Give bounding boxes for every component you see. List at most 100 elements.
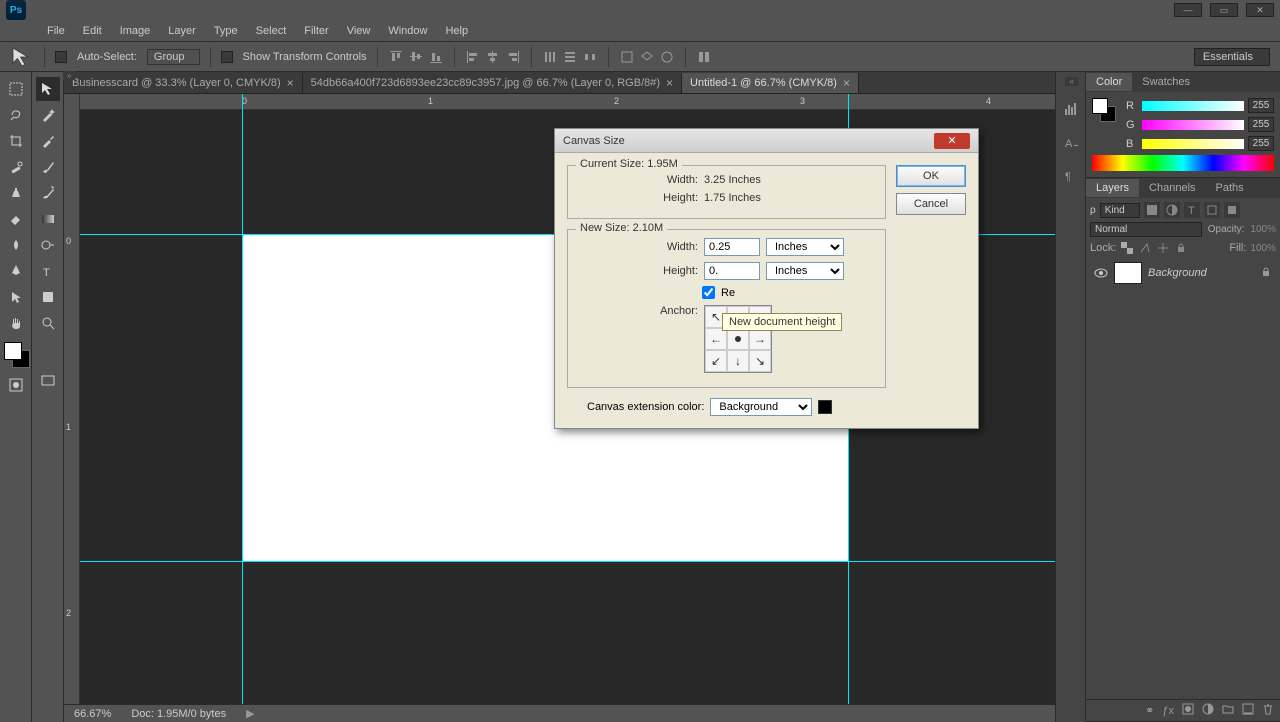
anchor-w[interactable]: ←	[705, 328, 727, 350]
collapse-handle-right[interactable]: «	[1065, 77, 1077, 86]
paragraph-panel-icon[interactable]: ¶	[1063, 167, 1079, 186]
anchor-sw[interactable]: ↙	[705, 350, 727, 372]
relative-checkbox[interactable]	[702, 286, 715, 299]
new-height-input[interactable]	[704, 262, 760, 280]
quickmask-tool-icon[interactable]	[4, 373, 28, 397]
fg-mini-swatch[interactable]	[1092, 98, 1108, 114]
menu-window[interactable]: Window	[379, 25, 436, 37]
close-icon[interactable]: ×	[666, 76, 673, 90]
layer-name[interactable]: Background	[1148, 267, 1207, 279]
screen-mode-tool-icon[interactable]	[36, 369, 60, 393]
menu-help[interactable]: Help	[436, 25, 477, 37]
opacity-value[interactable]: 100%	[1250, 224, 1276, 235]
menu-select[interactable]: Select	[247, 25, 296, 37]
3d-mode-3-icon[interactable]	[659, 49, 675, 65]
cancel-button[interactable]: Cancel	[896, 193, 966, 215]
menu-type[interactable]: Type	[205, 25, 247, 37]
paths-tab[interactable]: Paths	[1206, 179, 1254, 197]
align-top-icon[interactable]	[388, 49, 404, 65]
extension-color-select[interactable]: Background	[710, 398, 812, 416]
marquee-tool-icon[interactable]	[4, 77, 28, 101]
guide-vertical[interactable]	[242, 94, 243, 704]
filter-shape-icon[interactable]	[1204, 202, 1220, 218]
b-slider[interactable]	[1142, 139, 1244, 149]
show-transform-checkbox[interactable]	[221, 51, 233, 63]
type-tool-icon[interactable]: T	[36, 259, 60, 283]
brush-tool-icon[interactable]	[36, 155, 60, 179]
filter-smart-icon[interactable]	[1224, 202, 1240, 218]
minimize-button[interactable]: —	[1174, 3, 1202, 17]
filter-kind-select[interactable]: Kind	[1100, 203, 1140, 218]
eraser-tool-icon[interactable]	[4, 207, 28, 231]
menu-layer[interactable]: Layer	[159, 25, 205, 37]
new-width-unit-select[interactable]: Inches	[766, 238, 844, 256]
visibility-eye-icon[interactable]	[1094, 266, 1108, 280]
lock-icon[interactable]	[1260, 266, 1272, 281]
distribute-1-icon[interactable]	[542, 49, 558, 65]
doc-tab-2[interactable]: Untitled-1 @ 66.7% (CMYK/8) ×	[682, 73, 859, 93]
distribute-2-icon[interactable]	[562, 49, 578, 65]
doc-tab-0[interactable]: Businesscard @ 33.3% (Layer 0, CMYK/8) ×	[64, 73, 303, 93]
zoom-level[interactable]: 66.67%	[74, 708, 111, 720]
shape-tool-icon[interactable]	[36, 285, 60, 309]
dialog-titlebar[interactable]: Canvas Size ✕	[555, 129, 978, 153]
hand-tool-icon[interactable]	[4, 311, 28, 335]
doc-tab-1[interactable]: 54db66a400f723d6893ee23cc89c3957.jpg @ 6…	[303, 73, 682, 93]
lock-position-icon[interactable]	[1156, 241, 1170, 255]
fill-value[interactable]: 100%	[1250, 243, 1276, 254]
close-icon[interactable]: ×	[843, 76, 850, 90]
ok-button[interactable]: OK	[896, 165, 966, 187]
align-left-icon[interactable]	[465, 49, 481, 65]
maximize-button[interactable]: ▭	[1210, 3, 1238, 17]
r-value[interactable]: 255	[1248, 98, 1274, 113]
menu-edit[interactable]: Edit	[74, 25, 111, 37]
new-layer-icon[interactable]	[1242, 703, 1254, 718]
lock-all-icon[interactable]	[1174, 241, 1188, 255]
adjustment-layer-icon[interactable]	[1202, 703, 1214, 718]
3d-mode-1-icon[interactable]	[619, 49, 635, 65]
menu-view[interactable]: View	[338, 25, 380, 37]
align-hcenter-icon[interactable]	[485, 49, 501, 65]
fx-icon[interactable]: ƒx	[1162, 705, 1174, 717]
color-fgbg-mini[interactable]	[1092, 98, 1120, 126]
mask-icon[interactable]	[1182, 703, 1194, 718]
new-height-unit-select[interactable]: Inches	[766, 262, 844, 280]
filter-adjustment-icon[interactable]	[1164, 202, 1180, 218]
zoom-tool-icon[interactable]	[36, 311, 60, 335]
gradient-tool-icon[interactable]	[36, 207, 60, 231]
group-icon[interactable]	[1222, 703, 1234, 718]
auto-select-checkbox[interactable]	[55, 51, 67, 63]
foreground-swatch[interactable]	[4, 342, 22, 360]
healing-brush-tool-icon[interactable]	[4, 155, 28, 179]
link-layers-icon[interactable]: ⚭	[1145, 704, 1154, 717]
extension-color-swatch[interactable]	[818, 400, 832, 414]
swatches-tab[interactable]: Swatches	[1132, 73, 1200, 91]
dialog-close-button[interactable]: ✕	[934, 133, 970, 149]
guide-horizontal[interactable]	[80, 561, 1055, 562]
lasso-tool-icon[interactable]	[4, 103, 28, 127]
collapse-handle-left[interactable]: »	[63, 71, 75, 80]
layers-tab[interactable]: Layers	[1086, 179, 1139, 197]
lock-transparency-icon[interactable]	[1120, 241, 1134, 255]
auto-select-target[interactable]: Group	[147, 49, 200, 65]
foreground-background-swatches[interactable]	[0, 340, 32, 372]
ruler-vertical[interactable]: 0 1 2	[64, 94, 80, 704]
path-selection-tool-icon[interactable]	[4, 285, 28, 309]
g-value[interactable]: 255	[1248, 117, 1274, 132]
3d-mode-2-icon[interactable]	[639, 49, 655, 65]
menu-image[interactable]: Image	[111, 25, 160, 37]
active-tool-icon[interactable]	[10, 47, 34, 67]
layer-thumbnail[interactable]	[1114, 262, 1142, 284]
history-brush-tool-icon[interactable]	[36, 181, 60, 205]
statusbar-arrow-icon[interactable]: ▶	[246, 707, 254, 720]
layer-item-background[interactable]: Background	[1090, 259, 1276, 287]
r-slider[interactable]	[1142, 101, 1244, 111]
filter-pixel-icon[interactable]	[1144, 202, 1160, 218]
workspace-switcher[interactable]: Essentials	[1194, 48, 1270, 66]
blur-tool-icon[interactable]	[4, 233, 28, 257]
crop-tool-icon[interactable]	[4, 129, 28, 153]
close-icon[interactable]: ×	[287, 76, 294, 90]
align-vcenter-icon[interactable]	[408, 49, 424, 65]
menu-filter[interactable]: Filter	[295, 25, 337, 37]
3d-options-icon[interactable]	[696, 49, 712, 65]
